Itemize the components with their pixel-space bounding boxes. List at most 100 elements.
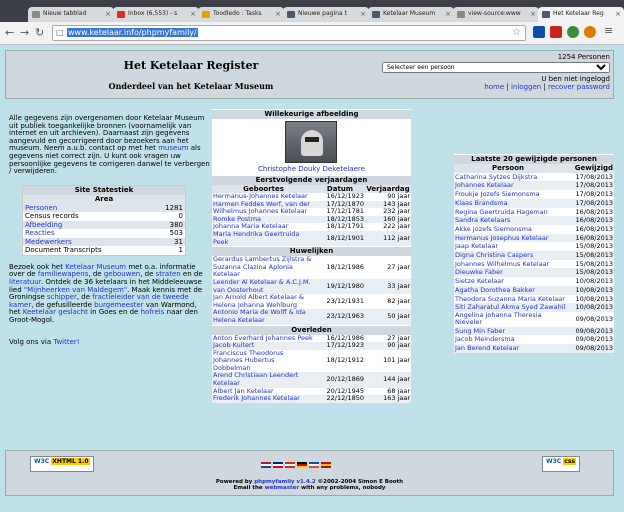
years-cell: 163 jaar (365, 395, 411, 403)
person-link[interactable]: Gerardus Lambertus Zijlstra & Suzanna Cl… (213, 256, 311, 278)
language-flag-icon[interactable] (321, 462, 331, 468)
recent-row: Sietze Ketelaar 10/08/2013 (454, 277, 614, 286)
person-link[interactable]: Maria Hendrika Geertruida Peek (213, 231, 299, 246)
stat-label[interactable]: Reacties (25, 229, 55, 238)
person-link[interactable]: Jacob Meindersma (455, 335, 515, 344)
browser-tab[interactable]: Toodledo : Tasks × (198, 7, 284, 22)
person-link[interactable]: Jaap Ketelaar (455, 242, 498, 251)
person-link[interactable]: Johannes Ketelaar (455, 181, 514, 190)
years-cell: 68 jaar (387, 387, 410, 395)
twitter-link[interactable]: Twitter! (53, 338, 79, 346)
recent-row: Sandra Ketelaars 16/08/2013 (454, 216, 614, 225)
person-link[interactable]: Wilhelmus Johannes Ketelaar (213, 208, 307, 215)
menu-icon[interactable]: ≡ (604, 24, 613, 37)
person-link[interactable]: Frederik Johannes Ketelaar (213, 395, 300, 402)
account-icon[interactable] (584, 26, 596, 38)
browser-tab[interactable]: Inbox (6,553) - s × (113, 7, 199, 22)
person-link[interactable]: Leender Al Ketelaar & A.C.J.M. van Ooste… (213, 279, 311, 294)
close-tab-icon[interactable]: × (530, 10, 536, 18)
browser-tab[interactable]: Ketelaar Museum × (368, 7, 454, 22)
close-tab-icon[interactable]: × (445, 10, 451, 18)
person-link[interactable]: Johannes Wilhelmus Ketelaar (455, 260, 549, 269)
person-link[interactable]: Agatha Dorothea Bakker (455, 286, 535, 295)
css-valid-badge[interactable]: W3C css (542, 456, 580, 472)
person-link[interactable]: Dieuwke Faber (455, 268, 503, 277)
language-flag-icon[interactable] (273, 462, 283, 468)
table-row: Franciscus Theodorus Johannes Hubertus D… (212, 350, 411, 373)
years-cell: 101 jaar (383, 356, 410, 365)
person-link[interactable]: Anton Everhard Johannes Peek (213, 335, 313, 342)
stat-value: 1281 (165, 203, 183, 212)
language-flag-icon[interactable] (261, 462, 271, 468)
close-tab-icon[interactable]: × (275, 10, 281, 18)
person-link[interactable]: Antonio Maria de Wolff & Ida Helena Kete… (213, 309, 306, 324)
browser-tab[interactable]: Nieuw tabblad × (28, 7, 114, 22)
extension-circle-icon[interactable] (567, 26, 579, 38)
person-link[interactable]: Hermanus Josephus Ketelaar (455, 234, 548, 243)
photo-caption-link[interactable]: Christophe Douky Deketelaere (212, 165, 411, 173)
back-arrow-icon[interactable]: ← (5, 26, 14, 39)
url-text[interactable]: www.ketelaar.info/phpmyfamily/ (67, 28, 198, 37)
anniversaries-title: Eerstvolgende verjaardagen (212, 175, 411, 185)
close-tab-icon[interactable]: × (615, 10, 621, 18)
person-link[interactable]: Hermanus-Johannes Ketelaar (213, 193, 308, 200)
person-link[interactable]: Harmen Feddes Werf, van der (213, 201, 310, 208)
shield-icon[interactable] (533, 26, 545, 38)
person-link[interactable]: Froukje Jozefs Siemonsma (455, 190, 540, 199)
address-bar[interactable]: □ www.ketelaar.info/phpmyfamily/ ☆ (52, 25, 526, 41)
reload-icon[interactable]: ↻ (35, 26, 44, 39)
forward-arrow-icon[interactable]: → (20, 26, 29, 39)
person-link[interactable]: Klaas Brandsma (455, 199, 508, 208)
person-link[interactable]: Arend Christiaan Leendert Ketelaar (213, 372, 298, 387)
person-link[interactable]: Angelina Johanna Theresia Nieveler (455, 311, 563, 327)
person-link[interactable]: Sietze Ketelaar (455, 277, 504, 286)
person-link[interactable]: Jan Arnold Albert Ketelaar & Helena Joha… (213, 294, 304, 309)
browser-tab[interactable]: Nieuwe pagina t × (283, 7, 369, 22)
stat-row: Document Transcripts 1 (23, 246, 185, 255)
person-link[interactable]: Romke Postma (213, 216, 261, 223)
xhtml-valid-badge[interactable]: W3C XHTML 1.0 (30, 456, 94, 472)
language-flag-icon[interactable] (297, 462, 307, 468)
person-link[interactable]: Jacob Kuitert (213, 342, 254, 349)
person-link[interactable]: Theodora Suzanna Maria Ketelaar (455, 295, 565, 304)
person-photo[interactable] (285, 121, 337, 163)
person-link[interactable]: Johanna Maria Ketelaar (213, 223, 288, 230)
browser-tab[interactable]: view-source:www × (453, 7, 539, 22)
date-cell: 16/12/1986 (326, 334, 364, 342)
person-link[interactable]: Catharina Sytzes Dijkstra (455, 173, 537, 182)
recent-changes: Laatste 20 gewijzigde personen Persoon G… (454, 154, 614, 353)
extension-icon[interactable] (550, 26, 562, 38)
recent-header: Persoon Gewijzigd (454, 164, 614, 173)
stat-label[interactable]: Medewerkers (25, 238, 72, 247)
hofreis-link[interactable]: hofreis (141, 308, 165, 317)
recent-row: Hermanus Josephus Ketelaar 16/08/2013 (454, 233, 614, 243)
person-link[interactable]: Jan Berend Ketelaar (455, 344, 519, 353)
person-link[interactable]: Franciscus Theodorus Johannes Hubertus D… (213, 350, 283, 372)
person-link[interactable]: Sandra Ketelaars (455, 216, 510, 225)
close-tab-icon[interactable]: × (360, 10, 366, 18)
close-tab-icon[interactable]: × (190, 10, 196, 18)
home-link[interactable]: home (484, 83, 504, 91)
follow-text-label: Volg ons via (9, 337, 54, 346)
browser-tab[interactable]: Het Ketelaar Reg × (538, 7, 624, 22)
email-text: with any problems, nobody (299, 485, 386, 491)
person-link[interactable]: Regina Geertruida Hageman (455, 208, 548, 217)
table-row: Frederik Johannes Ketelaar 22/12/1850 163 … (212, 395, 411, 403)
person-link[interactable]: Digna Christina Caspers (455, 251, 533, 260)
person-link[interactable]: Albert Jan Ketelaar (213, 388, 274, 395)
stat-label[interactable]: Afbeelding (25, 221, 62, 230)
star-icon[interactable]: ☆ (512, 27, 521, 38)
stat-label[interactable]: Personen (25, 204, 57, 213)
login-link[interactable]: inloggen (511, 83, 541, 91)
name-cell: Wilhelmus Johannes Ketelaar (212, 208, 315, 216)
language-flag-icon[interactable] (309, 462, 319, 468)
close-tab-icon[interactable]: × (105, 10, 111, 18)
webmaster-link[interactable]: webmaster (265, 485, 300, 491)
language-flag-icon[interactable] (285, 462, 295, 468)
recent-row: Jaap Ketelaar 15/08/2013 (454, 242, 614, 251)
person-link[interactable]: Sung Min Faber (455, 327, 505, 336)
recover-password-link[interactable]: recover password (548, 83, 610, 91)
name-cell: Hermanus-Johannes Ketelaar (212, 193, 315, 201)
person-select[interactable]: Selecteer een persoon (382, 62, 610, 73)
person-link[interactable]: Akke Jozefs Siemonsma (455, 225, 532, 234)
